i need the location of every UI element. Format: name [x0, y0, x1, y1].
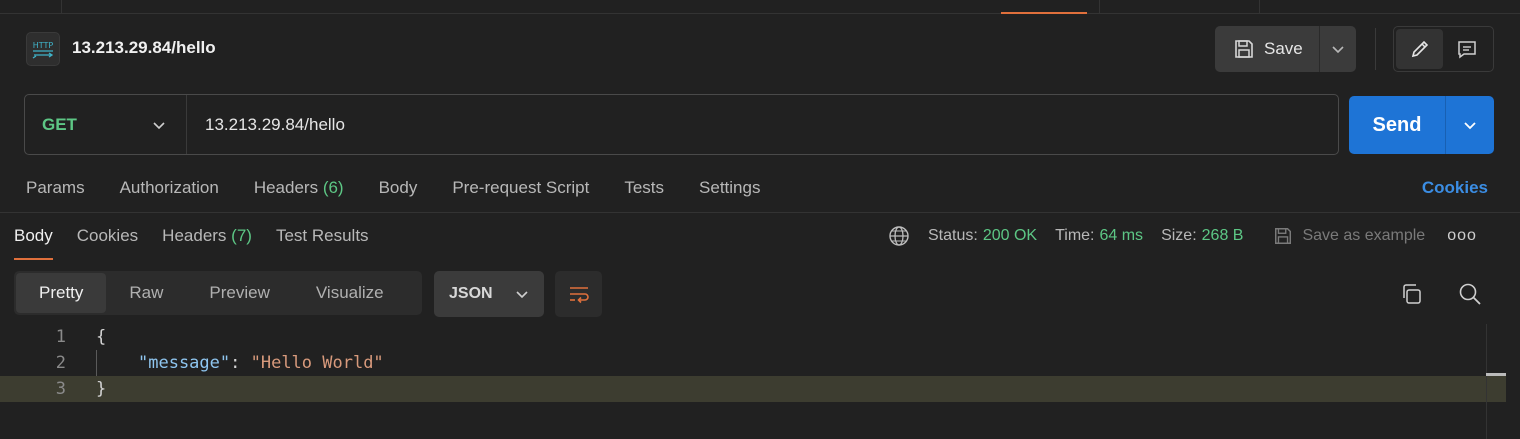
response-headers-count: (7) [231, 226, 252, 245]
time-label: Time: [1055, 227, 1095, 244]
request-title[interactable]: 13.213.29.84/hello [72, 38, 216, 58]
cookies-link[interactable]: Cookies [1422, 178, 1488, 198]
active-tab-indicator [1001, 12, 1087, 14]
tab-pre-request-script[interactable]: Pre-request Script [452, 178, 589, 200]
save-label: Save [1264, 39, 1303, 58]
floppy-icon [1233, 38, 1255, 60]
url-input[interactable] [187, 114, 1287, 135]
response-tab-headers[interactable]: Headers (7) [162, 226, 252, 260]
wrap-lines-icon [567, 283, 591, 305]
time-value[interactable]: 64 ms [1099, 227, 1143, 245]
url-bar: GET [24, 94, 1339, 155]
copy-button[interactable] [1398, 280, 1426, 308]
comment-icon [1456, 38, 1478, 60]
save-button[interactable]: Save [1215, 26, 1320, 72]
line-number: 2 [55, 353, 66, 373]
tab-headers-label: Headers [253, 178, 319, 197]
floppy-icon [1273, 226, 1293, 246]
method-select[interactable]: GET [25, 95, 187, 154]
save-as-example-label: Save as example [1302, 227, 1426, 244]
json-colon: : [230, 353, 251, 373]
edit-button[interactable] [1396, 29, 1443, 69]
language-select[interactable]: JSON [434, 271, 544, 317]
send-dropdown-button[interactable] [1446, 96, 1494, 154]
response-tab-cookies[interactable]: Cookies [77, 226, 138, 260]
pencil-icon [1409, 38, 1431, 60]
json-value: "Hello World" [250, 353, 384, 373]
code-text: } [96, 379, 107, 399]
save-button-group: Save [1215, 26, 1356, 72]
editor-scroll-thumb[interactable] [1486, 373, 1506, 376]
json-key: "message" [138, 353, 231, 373]
save-dropdown-button[interactable] [1320, 26, 1356, 72]
tab-body[interactable]: Body [379, 178, 418, 200]
status-label: Status: [928, 227, 978, 244]
response-tab-body[interactable]: Body [14, 226, 53, 260]
tab-authorization[interactable]: Authorization [120, 178, 219, 200]
method-label: GET [42, 114, 77, 134]
tab-params[interactable]: Params [26, 178, 85, 200]
format-pretty[interactable]: Pretty [16, 273, 107, 313]
response-tab-headers-label: Headers [162, 226, 227, 245]
format-preview[interactable]: Preview [186, 273, 292, 313]
indent-guide [96, 350, 97, 376]
send-button[interactable]: Send [1349, 96, 1446, 154]
code-text: "message": "Hello World" [138, 353, 384, 373]
code-line: 1 { [0, 324, 1506, 350]
code-line-current: 3 } [0, 376, 1506, 402]
send-button-group: Send [1349, 96, 1494, 154]
line-number: 1 [55, 327, 66, 347]
tab-settings[interactable]: Settings [699, 178, 760, 200]
search-button[interactable] [1456, 280, 1484, 308]
response-status-bar: Status: 200 OK Time: 64 ms Size: 268 B S… [888, 224, 1477, 248]
chevron-down-icon [1331, 44, 1345, 54]
globe-icon[interactable] [888, 225, 910, 247]
save-as-example-button[interactable]: Save as example [1273, 226, 1425, 246]
chevron-down-icon [1463, 120, 1477, 130]
language-select-value: JSON [449, 285, 493, 302]
edit-comment-group [1393, 26, 1494, 72]
chevron-down-icon [515, 289, 529, 299]
comments-button[interactable] [1443, 29, 1491, 69]
copy-icon [1400, 282, 1424, 306]
wrap-lines-button[interactable] [555, 271, 602, 317]
format-raw[interactable]: Raw [106, 273, 186, 313]
chevron-down-icon [152, 120, 166, 130]
response-body-editor[interactable]: 1 { 2 "message": "Hello World" 3 } [0, 324, 1506, 439]
search-icon [1458, 282, 1482, 306]
headers-count: (6) [322, 178, 344, 197]
top-tab-strip [0, 0, 1520, 14]
editor-scrollbar[interactable] [1486, 324, 1487, 439]
response-format-tabs: Pretty Raw Preview Visualize [14, 271, 422, 315]
tab-headers[interactable]: Headers (6) [254, 178, 344, 200]
response-tabs: Body Cookies Headers (7) Test Results [14, 226, 393, 260]
size-label: Size: [1161, 227, 1197, 244]
size-value[interactable]: 268 B [1202, 227, 1244, 245]
response-tab-test-results[interactable]: Test Results [276, 226, 369, 260]
request-tabs: Params Authorization Headers (6) Body Pr… [26, 178, 795, 200]
line-number: 3 [55, 379, 66, 399]
more-options-button[interactable]: ooo [1447, 227, 1477, 245]
tab-tests[interactable]: Tests [624, 178, 664, 200]
svg-text:HTTP: HTTP [33, 41, 54, 50]
section-divider [0, 212, 1520, 213]
code-text: { [96, 327, 107, 347]
format-visualize[interactable]: Visualize [293, 273, 407, 313]
header-separator [1375, 28, 1376, 70]
http-request-icon: HTTP [26, 32, 60, 66]
code-line: 2 "message": "Hello World" [0, 350, 1506, 376]
status-value[interactable]: 200 OK [983, 227, 1037, 245]
